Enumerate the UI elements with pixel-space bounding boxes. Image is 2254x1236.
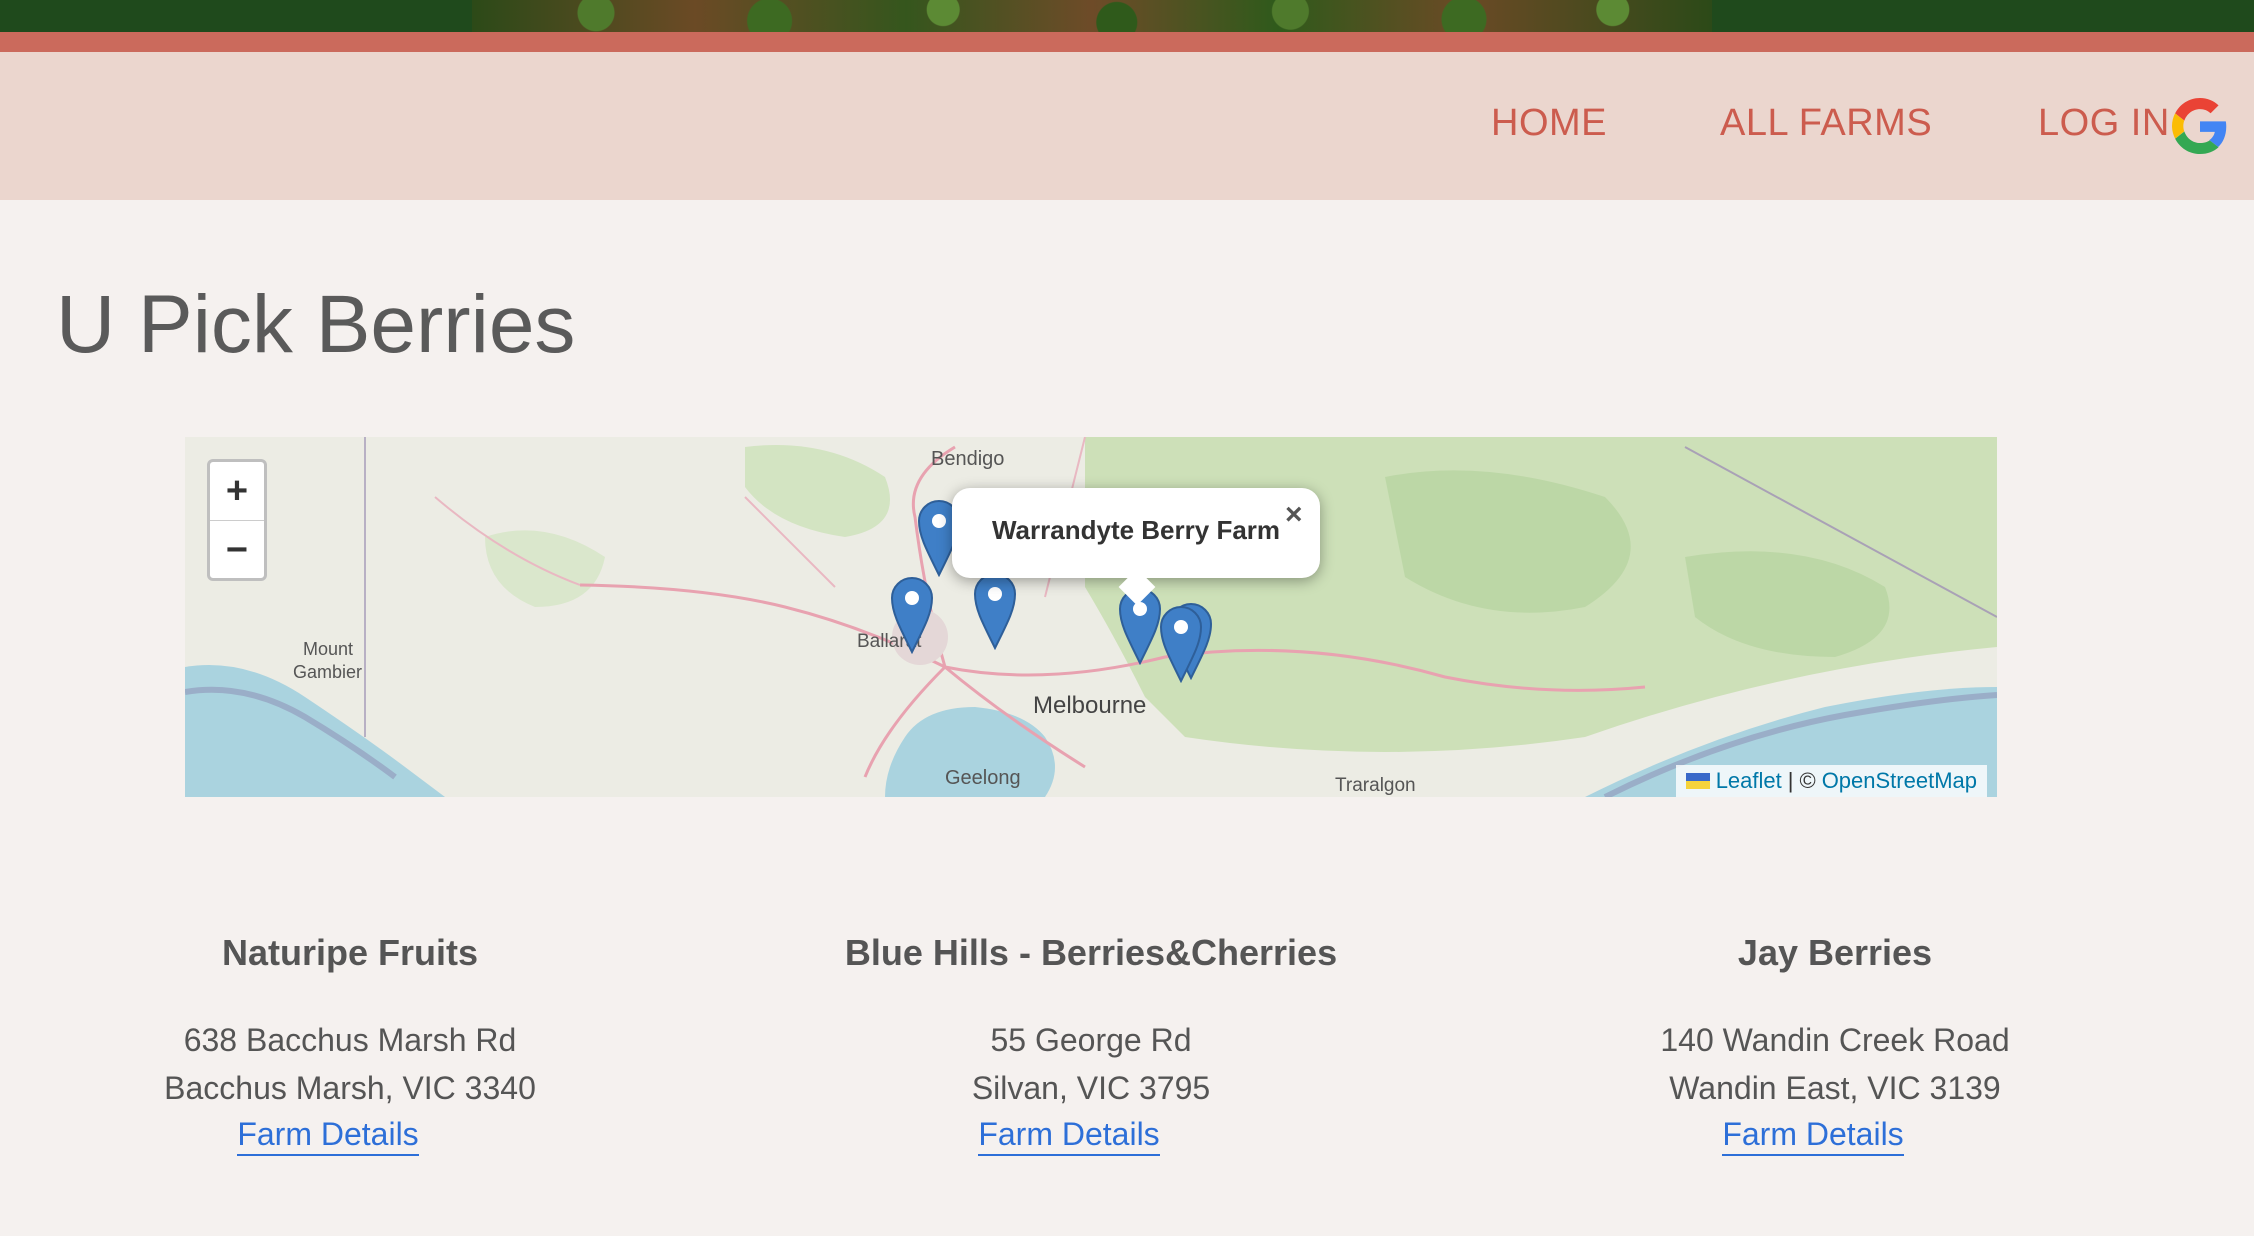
farm-details-link[interactable]: Farm Details (1722, 1114, 1904, 1156)
nav-all-farms[interactable]: ALL FARMS (1720, 102, 1932, 145)
map-label-geelong: Geelong (945, 767, 1021, 789)
google-icon[interactable] (2172, 98, 2228, 154)
map-pin-icon[interactable] (971, 570, 1019, 650)
openstreetmap-link[interactable]: OpenStreetMap (1822, 768, 1977, 794)
farm-card: Jay Berries 140 Wandin Creek Road Wandin… (1485, 932, 2185, 1156)
popup-close-button[interactable]: × (1285, 498, 1303, 532)
farm-address-line2: Wandin East, VIC 3139 (1669, 1070, 2001, 1106)
popup-title: Warrandyte Berry Farm (991, 515, 1281, 545)
nav-home[interactable]: HOME (1491, 102, 1607, 145)
map-label-bendigo: Bendigo (931, 448, 1005, 470)
farm-name: Naturipe Fruits (221, 932, 479, 973)
zoom-control: + − (207, 459, 267, 581)
attribution-separator: | (1787, 768, 1794, 793)
farm-map[interactable]: Bendigo Ballarat Melbourne Geelong Trara… (185, 437, 1997, 797)
zoom-in-button[interactable]: + (210, 462, 264, 521)
farm-name: Blue Hills - Berries&Cherries (844, 932, 1338, 973)
map-label-gambier: Gambier (293, 662, 363, 682)
accent-line (0, 32, 2254, 52)
map-label-melbourne: Melbourne (1033, 692, 1147, 719)
map-label-mount: Mount (303, 639, 354, 659)
farm-address-line2: Bacchus Marsh, VIC 3340 (164, 1070, 536, 1106)
ukraine-flag-icon (1685, 773, 1710, 789)
farm-address-line1: 140 Wandin Creek Road (1660, 1022, 2010, 1058)
farm-details-link[interactable]: Farm Details (237, 1114, 419, 1156)
farm-address-line1: 638 Bacchus Marsh Rd (183, 1022, 517, 1058)
nav-log-in[interactable]: LOG IN (2038, 102, 2170, 145)
map-pin-icon[interactable] (888, 574, 936, 654)
leaflet-link[interactable]: Leaflet (1716, 768, 1782, 794)
farm-address-line2: Silvan, VIC 3795 (971, 1070, 1211, 1106)
map-attribution: Leaflet | © OpenStreetMap (1675, 765, 1987, 797)
attribution-copyright: © (1799, 768, 1816, 793)
zoom-out-button[interactable]: − (210, 521, 264, 579)
header-banner-image (472, 0, 1712, 32)
farm-address-line1: 55 George Rd (990, 1022, 1192, 1058)
map-label-traralgon: Traralgon (1335, 775, 1416, 796)
page-title: U Pick Berries (56, 279, 576, 370)
farm-details-link[interactable]: Farm Details (978, 1114, 1160, 1156)
farm-card: Naturipe Fruits 638 Bacchus Marsh Rd Bac… (0, 932, 700, 1156)
farm-name: Jay Berries (1737, 932, 1933, 973)
farm-card: Blue Hills - Berries&Cherries 55 George … (741, 932, 1441, 1156)
map-popup: Warrandyte Berry Farm × (952, 488, 1320, 606)
map-pin-icon[interactable] (1157, 603, 1205, 683)
